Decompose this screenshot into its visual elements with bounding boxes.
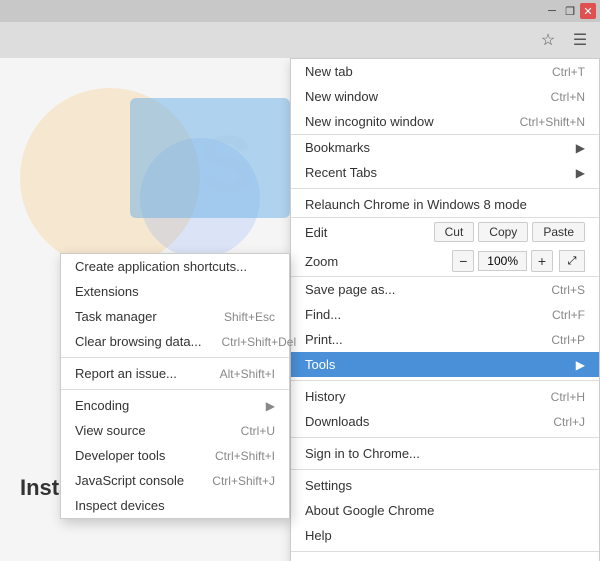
tools-submenu: Create application shortcuts... Extensio… xyxy=(60,253,290,519)
menu-item-new-incognito[interactable]: New incognito window Ctrl+Shift+N xyxy=(291,109,599,134)
submenu-inspect-devices[interactable]: Inspect devices xyxy=(61,493,289,518)
menu-item-find[interactable]: Find... Ctrl+F xyxy=(291,302,599,327)
copy-button[interactable]: Copy xyxy=(478,222,528,242)
menu-item-new-tab[interactable]: New tab Ctrl+T xyxy=(291,59,599,84)
zoom-row: Zoom − 100% + ⤢ xyxy=(291,246,599,276)
browser-content: S Insta Share New tab Ctrl+T New window … xyxy=(0,58,600,561)
zoom-value: 100% xyxy=(478,251,527,271)
nav-bar: ☆ ☰ xyxy=(0,22,600,58)
menu-item-settings[interactable]: Settings xyxy=(291,473,599,498)
submenu-divider xyxy=(61,357,289,358)
arrow-icon: ▶ xyxy=(576,358,585,372)
menu-divider-2 xyxy=(291,380,599,381)
zoom-out-button[interactable]: − xyxy=(452,250,474,272)
menu-item-new-window[interactable]: New window Ctrl+N xyxy=(291,84,599,109)
menu-divider-5 xyxy=(291,551,599,552)
main-menu: New tab Ctrl+T New window Ctrl+N New inc… xyxy=(290,58,600,561)
edit-row: Edit Cut Copy Paste xyxy=(291,217,599,246)
arrow-icon: ▶ xyxy=(576,141,585,155)
submenu-developer-tools[interactable]: Developer tools Ctrl+Shift+I xyxy=(61,443,289,468)
fullscreen-button[interactable]: ⤢ xyxy=(559,250,585,272)
menu-item-sign-in[interactable]: Sign in to Chrome... xyxy=(291,441,599,466)
menu-item-print[interactable]: Print... Ctrl+P xyxy=(291,327,599,352)
title-bar: ─ ❐ ✕ xyxy=(0,0,600,22)
bookmark-star-icon[interactable]: ☆ xyxy=(534,26,562,54)
menu-item-relaunch[interactable]: Relaunch Chrome in Windows 8 mode xyxy=(291,192,599,217)
cut-button[interactable]: Cut xyxy=(434,222,475,242)
submenu-clear-browsing[interactable]: Clear browsing data... Ctrl+Shift+Del xyxy=(61,329,289,354)
menu-divider xyxy=(291,188,599,189)
maximize-button[interactable]: ❐ xyxy=(562,3,578,19)
device-mockup xyxy=(130,98,290,218)
submenu-js-console[interactable]: JavaScript console Ctrl+Shift+J xyxy=(61,468,289,493)
minimize-button[interactable]: ─ xyxy=(544,3,560,19)
menu-item-exit[interactable]: Exit Ctrl+Shift+Q xyxy=(291,555,599,561)
submenu-divider-2 xyxy=(61,389,289,390)
menu-divider-3 xyxy=(291,437,599,438)
menu-item-history[interactable]: History Ctrl+H xyxy=(291,384,599,409)
menu-divider-4 xyxy=(291,469,599,470)
menu-item-save-page[interactable]: Save page as... Ctrl+S xyxy=(291,276,599,302)
submenu-view-source[interactable]: View source Ctrl+U xyxy=(61,418,289,443)
submenu-extensions[interactable]: Extensions xyxy=(61,279,289,304)
close-button[interactable]: ✕ xyxy=(580,3,596,19)
zoom-in-button[interactable]: + xyxy=(531,250,553,272)
menu-item-help[interactable]: Help xyxy=(291,523,599,548)
menu-item-tools[interactable]: Tools ▶ xyxy=(291,352,599,377)
menu-item-downloads[interactable]: Downloads Ctrl+J xyxy=(291,409,599,434)
submenu-create-shortcuts[interactable]: Create application shortcuts... xyxy=(61,254,289,279)
menu-item-about[interactable]: About Google Chrome xyxy=(291,498,599,523)
chrome-menu-icon[interactable]: ☰ xyxy=(566,26,594,54)
menu-item-recent-tabs[interactable]: Recent Tabs ▶ xyxy=(291,160,599,185)
submenu-encoding[interactable]: Encoding ▶ xyxy=(61,393,289,418)
paste-button[interactable]: Paste xyxy=(532,222,585,242)
arrow-icon: ▶ xyxy=(576,166,585,180)
submenu-report-issue[interactable]: Report an issue... Alt+Shift+I xyxy=(61,361,289,386)
submenu-task-manager[interactable]: Task manager Shift+Esc xyxy=(61,304,289,329)
menu-item-bookmarks[interactable]: Bookmarks ▶ xyxy=(291,134,599,160)
